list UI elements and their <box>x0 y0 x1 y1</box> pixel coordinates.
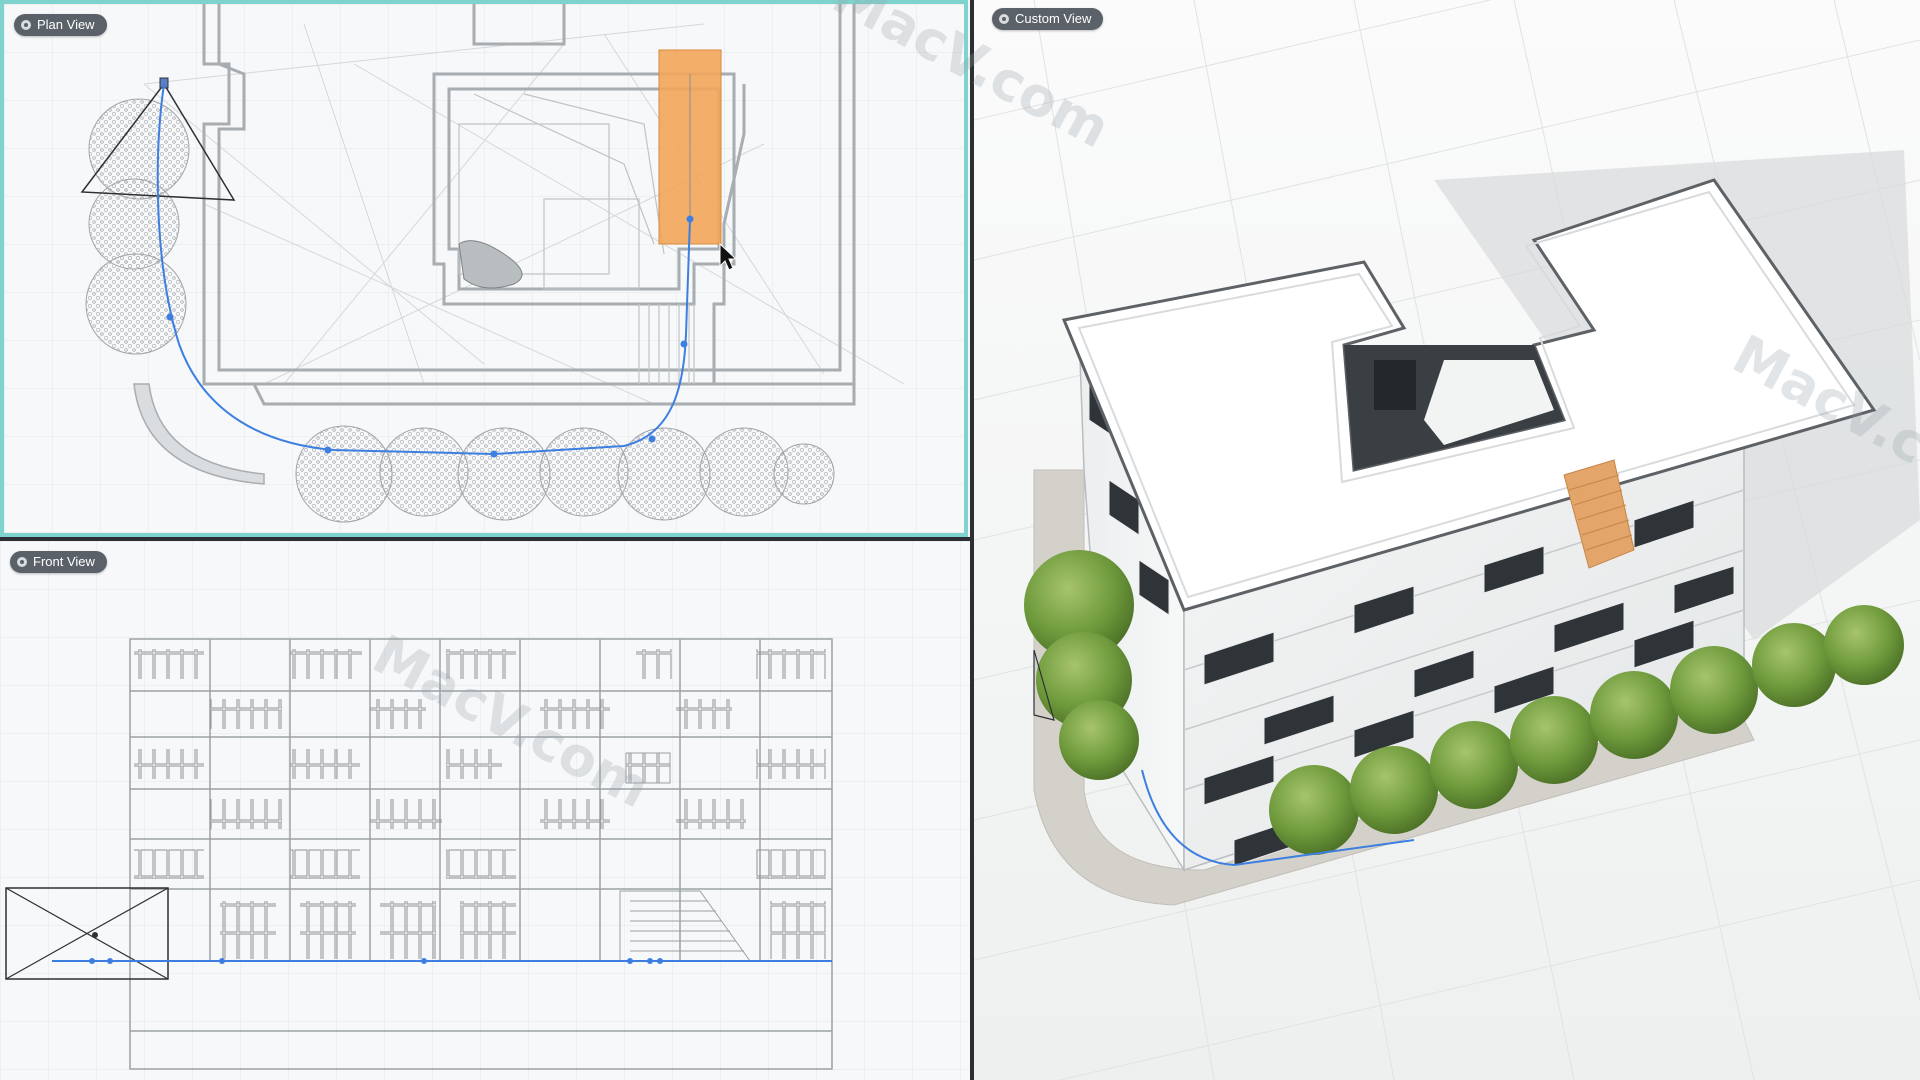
front-view-drawing <box>0 541 970 1080</box>
front-view-label-text: Front View <box>33 554 95 569</box>
viewport-divider-horizontal[interactable] <box>0 537 970 541</box>
front-view-viewport[interactable]: Front View <box>0 541 970 1080</box>
plan-view-drawing <box>4 4 964 533</box>
plan-view-label[interactable]: Plan View <box>14 14 107 36</box>
camera-view-icon <box>17 557 27 567</box>
tree-canopy-bottom <box>295 425 835 523</box>
front-view-label[interactable]: Front View <box>10 551 107 573</box>
custom-view-label-text: Custom View <box>1015 11 1092 26</box>
custom-view-viewport[interactable]: Custom View <box>974 0 1920 1080</box>
camera-view-icon <box>999 14 1009 24</box>
viewport-divider-vertical[interactable] <box>970 0 974 1080</box>
custom-view-label[interactable]: Custom View <box>992 8 1104 30</box>
tree-canopy-left <box>85 98 190 355</box>
plan-view-label-text: Plan View <box>37 17 95 32</box>
plan-view-viewport[interactable]: Plan View <box>0 0 968 537</box>
custom-view-render <box>974 0 1920 1080</box>
camera-view-icon <box>21 20 31 30</box>
